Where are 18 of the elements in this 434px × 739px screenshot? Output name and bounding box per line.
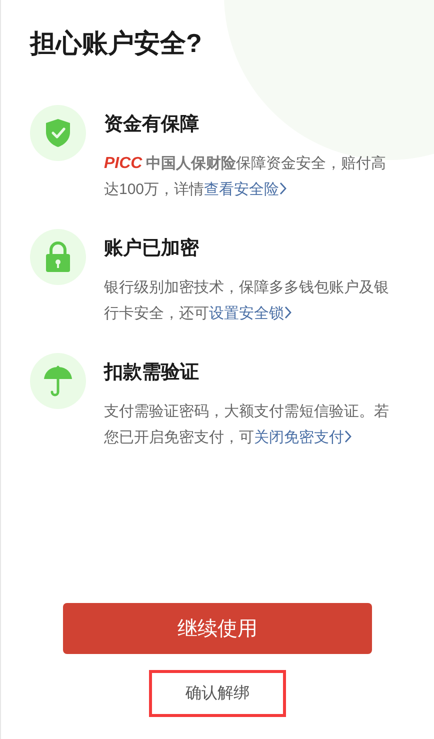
feature-description: PICC 中国人保财险保障资金安全，赔付高达100万，详情查看安全险	[104, 154, 388, 200]
chevron-right-icon	[344, 430, 352, 443]
detail-link[interactable]: 关闭免密支付	[254, 429, 352, 446]
feature-title: 资金有保障	[104, 113, 200, 137]
page-title: 担心账户安全?	[30, 27, 203, 60]
padlock-icon	[45, 241, 71, 273]
feature-description: 支付需验证密码，大额支付需短信验证。若您已开启免密支付，可关闭免密支付	[104, 402, 390, 448]
feature-title: 账户已加密	[104, 237, 200, 261]
continue-button[interactable]: 继续使用	[63, 603, 372, 654]
detail-link[interactable]: 设置安全锁	[209, 305, 292, 322]
feature-title: 扣款需验证	[104, 361, 200, 385]
umbrella-icon	[43, 365, 73, 397]
chevron-right-icon	[279, 182, 288, 195]
feature-description: 银行级别加密技术，保障多多钱包账户及银行卡安全，还可设置安全锁	[104, 278, 390, 324]
chevron-right-icon	[284, 306, 292, 319]
shield-check-icon	[45, 118, 71, 148]
unbind-button[interactable]: 确认解绑	[186, 682, 250, 706]
detail-link[interactable]: 查看安全险	[204, 181, 288, 198]
